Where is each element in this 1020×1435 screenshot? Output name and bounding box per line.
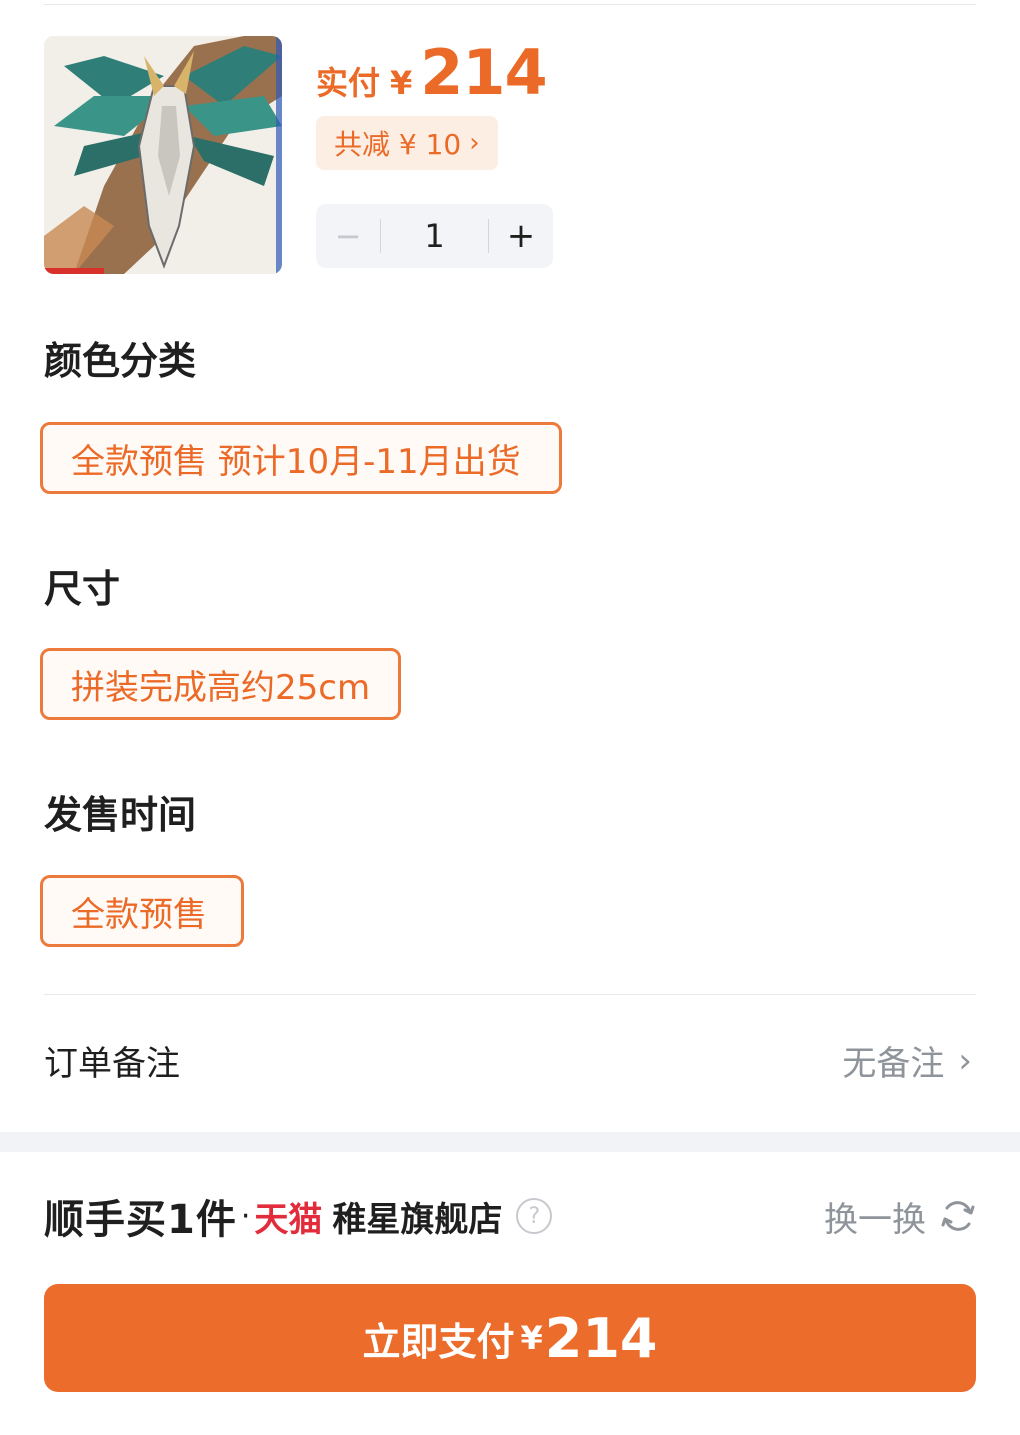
robot-figure-icon [44, 36, 282, 274]
pay-button-label: 立即支付 [362, 1319, 515, 1364]
option-chip-size[interactable]: 拼装完成高约25cm [40, 648, 401, 720]
pay-button-amount: 214 [544, 1306, 658, 1370]
price-amount: 214 [420, 36, 547, 109]
store-name[interactable]: 稚星旗舰店 [332, 1192, 502, 1241]
pay-now-button[interactable]: 立即支付 ¥ 214 [44, 1284, 976, 1392]
refresh-icon [941, 1201, 975, 1231]
top-divider [44, 4, 976, 5]
help-icon[interactable]: ? [516, 1198, 553, 1234]
product-image[interactable] [44, 36, 282, 274]
add-on-promo: 顺手买1件 · 天猫 稚星旗舰店 ? [44, 1186, 553, 1246]
price-display: 实付 ¥ 214 [316, 36, 548, 109]
increase-quantity-button[interactable]: + [489, 216, 553, 256]
discount-badge[interactable]: 共减 ¥ 10 › [316, 116, 498, 170]
option-chip-color[interactable]: 全款预售 预计10月-11月出货 [40, 422, 562, 494]
price-label: 实付 [316, 64, 381, 102]
promo-separator: · [240, 1198, 251, 1234]
order-note-label: 订单备注 [44, 1044, 180, 1084]
swap-label: 换一换 [824, 1199, 926, 1240]
swap-button[interactable]: 换一换 [824, 1190, 976, 1242]
chevron-right-icon: › [469, 128, 480, 158]
order-note-value: 无备注 [842, 1044, 945, 1084]
release-section-title: 发售时间 [44, 793, 197, 837]
decrease-quantity-button[interactable]: − [316, 217, 380, 255]
pay-button-currency: ¥ [520, 1319, 543, 1357]
promo-brand: 顺手买1件 [44, 1197, 237, 1243]
option-chip-release[interactable]: 全款预售 [40, 875, 244, 947]
price-currency: ¥ [390, 64, 413, 102]
color-section-title: 颜色分类 [44, 339, 197, 383]
order-note-field[interactable]: 无备注 › [842, 1036, 972, 1085]
section-gap [0, 1132, 1020, 1152]
size-section-title: 尺寸 [44, 567, 121, 611]
section-divider [44, 994, 976, 995]
chevron-right-icon: › [958, 1040, 972, 1081]
quantity-value[interactable]: 1 [381, 217, 488, 255]
discount-label: 共减 ¥ 10 [334, 128, 462, 161]
tmall-logo: 天猫 [254, 1199, 323, 1240]
quantity-stepper[interactable]: − 1 + [316, 204, 553, 268]
